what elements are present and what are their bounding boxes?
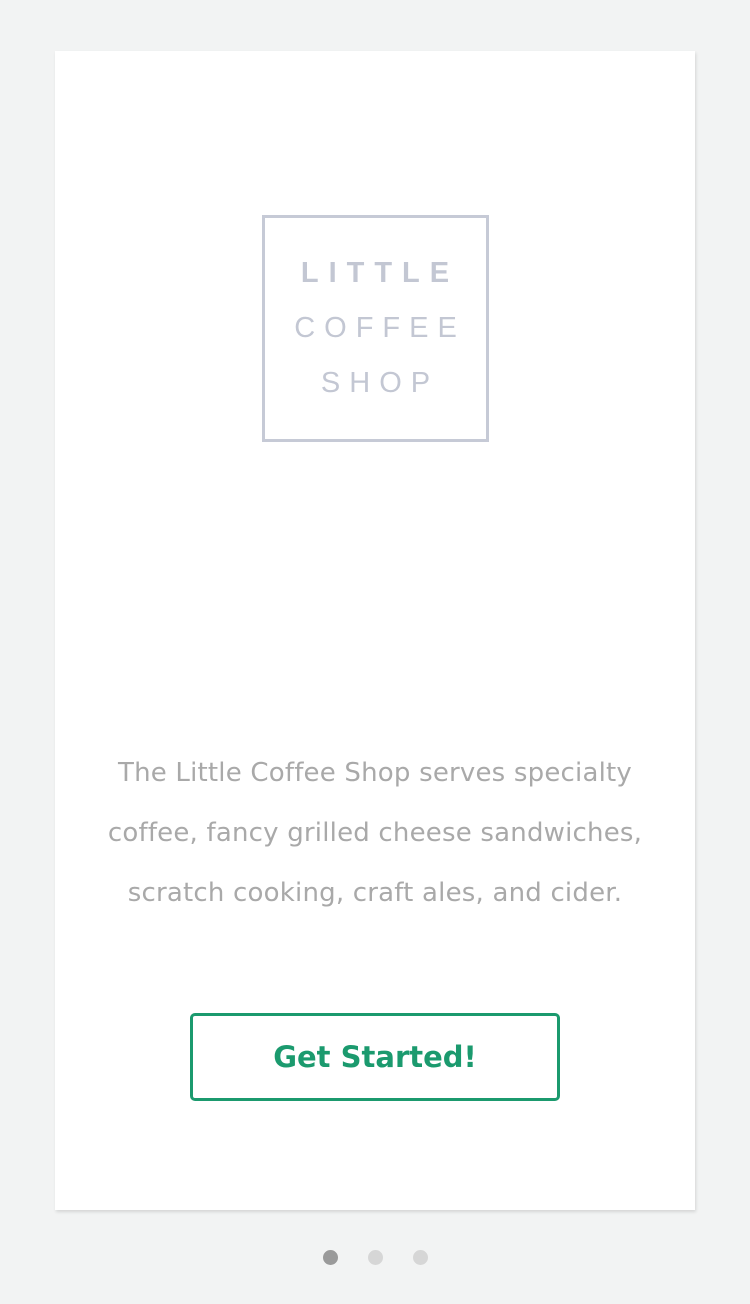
- logo-line-little: LITTLE: [300, 257, 460, 289]
- get-started-button[interactable]: Get Started!: [190, 1013, 560, 1101]
- shop-description: The Little Coffee Shop serves specialty …: [107, 758, 643, 908]
- onboarding-card: LITTLE COFFEE SHOP The Little Coffee Sho…: [55, 51, 695, 1210]
- page-dot-3[interactable]: [412, 1250, 428, 1265]
- page-dot-1[interactable]: [322, 1250, 338, 1265]
- logo-line-shop: SHOP: [320, 367, 440, 399]
- logo-line-coffee: COFFEE: [294, 312, 466, 344]
- page-indicator: [0, 1250, 750, 1266]
- page-dot-2[interactable]: [367, 1250, 383, 1265]
- brand-logo: LITTLE COFFEE SHOP: [262, 215, 489, 442]
